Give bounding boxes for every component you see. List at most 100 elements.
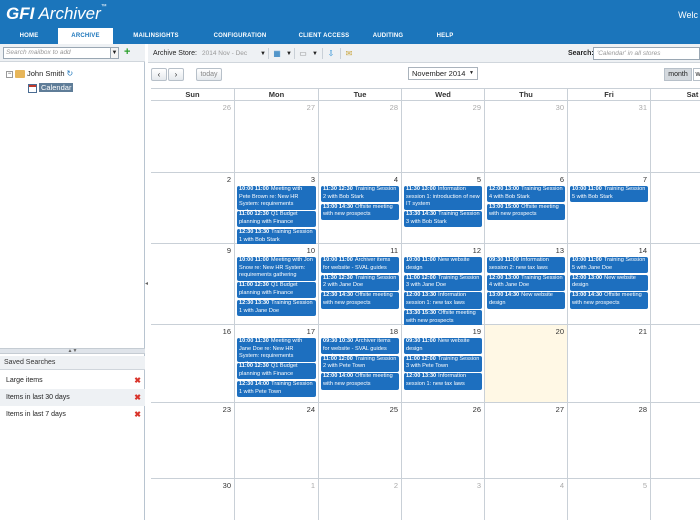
calendar-event[interactable]: 12:30 13:30 Training Session 1 with Bob S… [237,229,316,246]
calendar-event[interactable]: 09:30 11:00 New website design [404,338,482,355]
tab-help[interactable]: Help [425,28,465,44]
calendar-event[interactable]: 13:00 15:00 Offsite meeting with new pros… [487,203,565,220]
refresh-icon[interactable]: ↻ [67,69,74,78]
day-cell[interactable]: 10 10:00 11:00 Meeting with Jon Snow re: N… [235,244,319,325]
day-cell[interactable]: 12 10:00 11:00 New website design 11:00 12:… [402,244,485,327]
calendar-event[interactable]: 12:00 13:30 Information session 1: new ta… [404,292,482,309]
day-cell[interactable]: 25 [319,403,402,479]
tab-mailinsights[interactable]: MailInsights [116,28,196,44]
calendar-event[interactable]: 12:00 14:00 Offsite meeting with new pros… [321,373,399,390]
month-view-button[interactable]: month [664,68,692,81]
day-cell[interactable]: 16 [151,325,235,403]
calendar-event[interactable]: 11:30 12:30 Training Session 2 with Jane … [321,274,399,291]
calendar-event[interactable]: 10:00 11:00 New website design [404,257,482,274]
delete-icon[interactable]: ✖ [134,372,141,389]
day-cell[interactable]: 30 [485,101,568,173]
tab-home[interactable]: Home [0,28,58,44]
day-cell[interactable] [651,479,700,520]
day-cell[interactable]: 27 [235,101,319,173]
next-month-button[interactable]: › [168,68,184,81]
day-cell-today[interactable]: 20 [485,325,568,403]
day-cell[interactable]: 30 [151,479,235,520]
add-mailbox-icon[interactable]: + [124,47,134,59]
calendar-event[interactable]: 10:00 11:00 Meeting with Pete Brown re: N… [237,186,316,210]
saved-search-item[interactable]: Large items ✖ [0,372,145,389]
day-cell[interactable]: 3 10:00 11:00 Meeting with Pete Brown re: … [235,173,319,246]
day-cell[interactable]: 7 10:00 11:00 Training Session 5 with Bob … [568,173,651,244]
calendar-event[interactable]: 11:00 12:00 Training Session 3 with Pete … [404,355,482,372]
calendar-event[interactable]: 10:00 11:00 Meeting with Jon Snow re: New… [237,257,316,281]
saved-search-item[interactable]: Items in last 30 days ✖ [0,389,145,406]
tab-archive[interactable]: Archive [58,28,113,44]
calendar-event[interactable]: 09:30 10:30 Archiver items for website - … [321,338,399,355]
calendar-event[interactable]: 12:00 13:30 Information session 1: new ta… [404,373,482,390]
calendar-event[interactable]: 11:30 12:30 Training Session 2 with Bob S… [321,186,399,203]
search-input[interactable]: 'Calendar' in all stores [593,47,700,60]
day-cell[interactable]: 26 [402,403,485,479]
day-cell[interactable]: 5 [568,479,651,520]
tree-item-user[interactable]: − John Smith ↻ [6,68,73,80]
calendar-event[interactable]: 13:00 14:30 Offsite meeting with new pros… [570,292,648,309]
day-cell[interactable] [651,325,700,403]
month-select[interactable]: November 2014 ▼ [408,67,478,80]
prev-month-button[interactable]: ‹ [151,68,167,81]
day-cell[interactable]: 21 [568,325,651,403]
day-cell[interactable]: 28 [319,101,402,173]
day-cell[interactable]: 13 09:30 11:00 Information session 2: new … [485,244,568,325]
day-cell[interactable] [651,101,700,173]
day-cell[interactable]: 5 11:30 13:00 Information session 1: intro… [402,173,485,244]
pane-splitter[interactable]: ▲▼ [0,348,145,354]
day-cell[interactable]: 28 [568,403,651,479]
day-cell[interactable] [651,244,700,325]
day-cell[interactable] [651,403,700,479]
calendar-event[interactable]: 13:30 15:30 Offsite meeting with new pros… [404,310,482,327]
chevron-down-icon[interactable]: ▼ [308,47,322,60]
calendar-event[interactable]: 11:00 12:30 Q1 Budget planning with Finan… [237,282,316,299]
calendar-event[interactable]: 12:30 14:00 Training Session 1 with Pete … [237,381,316,398]
day-cell[interactable]: 3 [402,479,485,520]
tab-configuration[interactable]: Configuration [200,28,280,44]
day-cell[interactable]: 23 [151,403,235,479]
day-cell[interactable]: 1 [235,479,319,520]
delete-icon[interactable]: ✖ [134,406,141,423]
day-cell[interactable]: 2 [151,173,235,244]
calendar-event[interactable]: 10:00 11:30 Meeting with Jane Doe re: New… [237,338,316,362]
calendar-event[interactable]: 12:00 13:00 Training Session 4 with Bob S… [487,186,565,203]
collapse-icon[interactable]: − [6,70,13,78]
week-view-button[interactable]: w [693,68,700,81]
day-cell[interactable]: 19 09:30 11:00 New website design 11:00 12:… [402,325,485,403]
calendar-event[interactable]: 12:00 13:00 Training Session 4 with Jane … [487,274,565,291]
calendar-event[interactable]: 11:30 13:00 Information session 1: introd… [404,186,482,210]
calendar-event[interactable]: 12:30 14:30 Offsite meeting with new pros… [321,292,399,309]
calendar-event[interactable]: 10:00 11:00 Training Session 5 with Jane … [570,257,648,274]
calendar-event[interactable]: 09:30 11:00 Information session 2: new ta… [487,257,565,274]
tab-client-access[interactable]: Client Access [284,28,364,44]
day-cell[interactable]: 26 [151,101,235,173]
chevron-down-icon[interactable]: ▼ [110,47,119,59]
day-cell[interactable]: 11 10:00 11:00 Archiver items for website … [319,244,402,325]
saved-search-item[interactable]: Items in last 7 days ✖ [0,406,145,423]
delete-icon[interactable]: ✖ [134,389,141,406]
day-cell[interactable]: 29 [402,101,485,173]
calendar-event[interactable]: 13:00 14:30 New website design [487,292,565,309]
calendar-event[interactable]: 13:00 14:30 Offsite meeting with new pros… [321,203,399,220]
calendar-event[interactable]: 11:00 12:00 Training Session 3 with Jane … [404,274,482,291]
tree-item-calendar[interactable]: Calendar [28,82,74,94]
mailbox-search-input[interactable]: Search mailbox to add [3,47,119,59]
calendar-event[interactable]: 12:00 13:00 New website design [570,274,648,291]
calendar-event[interactable]: 11:00 12:30 Q1 Budget planning with Finan… [237,363,316,380]
calendar-event[interactable]: 10:00 11:00 Archiver items for website - … [321,257,399,274]
day-cell[interactable]: 14 10:00 11:00 Training Session 5 with Jan… [568,244,651,325]
calendar-event[interactable]: 13:30 14:30 Training Session 3 with Bob S… [404,211,482,228]
day-cell[interactable]: 9 [151,244,235,325]
day-cell[interactable]: 4 [485,479,568,520]
day-cell[interactable]: 31 [568,101,651,173]
day-cell[interactable]: 4 11:30 12:30 Training Session 2 with Bob … [319,173,402,244]
day-cell[interactable]: 27 [485,403,568,479]
today-button[interactable]: today [196,68,222,81]
archive-store-select[interactable]: 2014 Nov - Dec [202,48,257,60]
tab-auditing[interactable]: Auditing [368,28,408,44]
calendar-event[interactable]: 10:00 11:00 Training Session 5 with Bob S… [570,186,648,203]
day-cell[interactable]: 6 12:00 13:00 Training Session 4 with Bob … [485,173,568,244]
day-cell[interactable] [651,173,700,244]
